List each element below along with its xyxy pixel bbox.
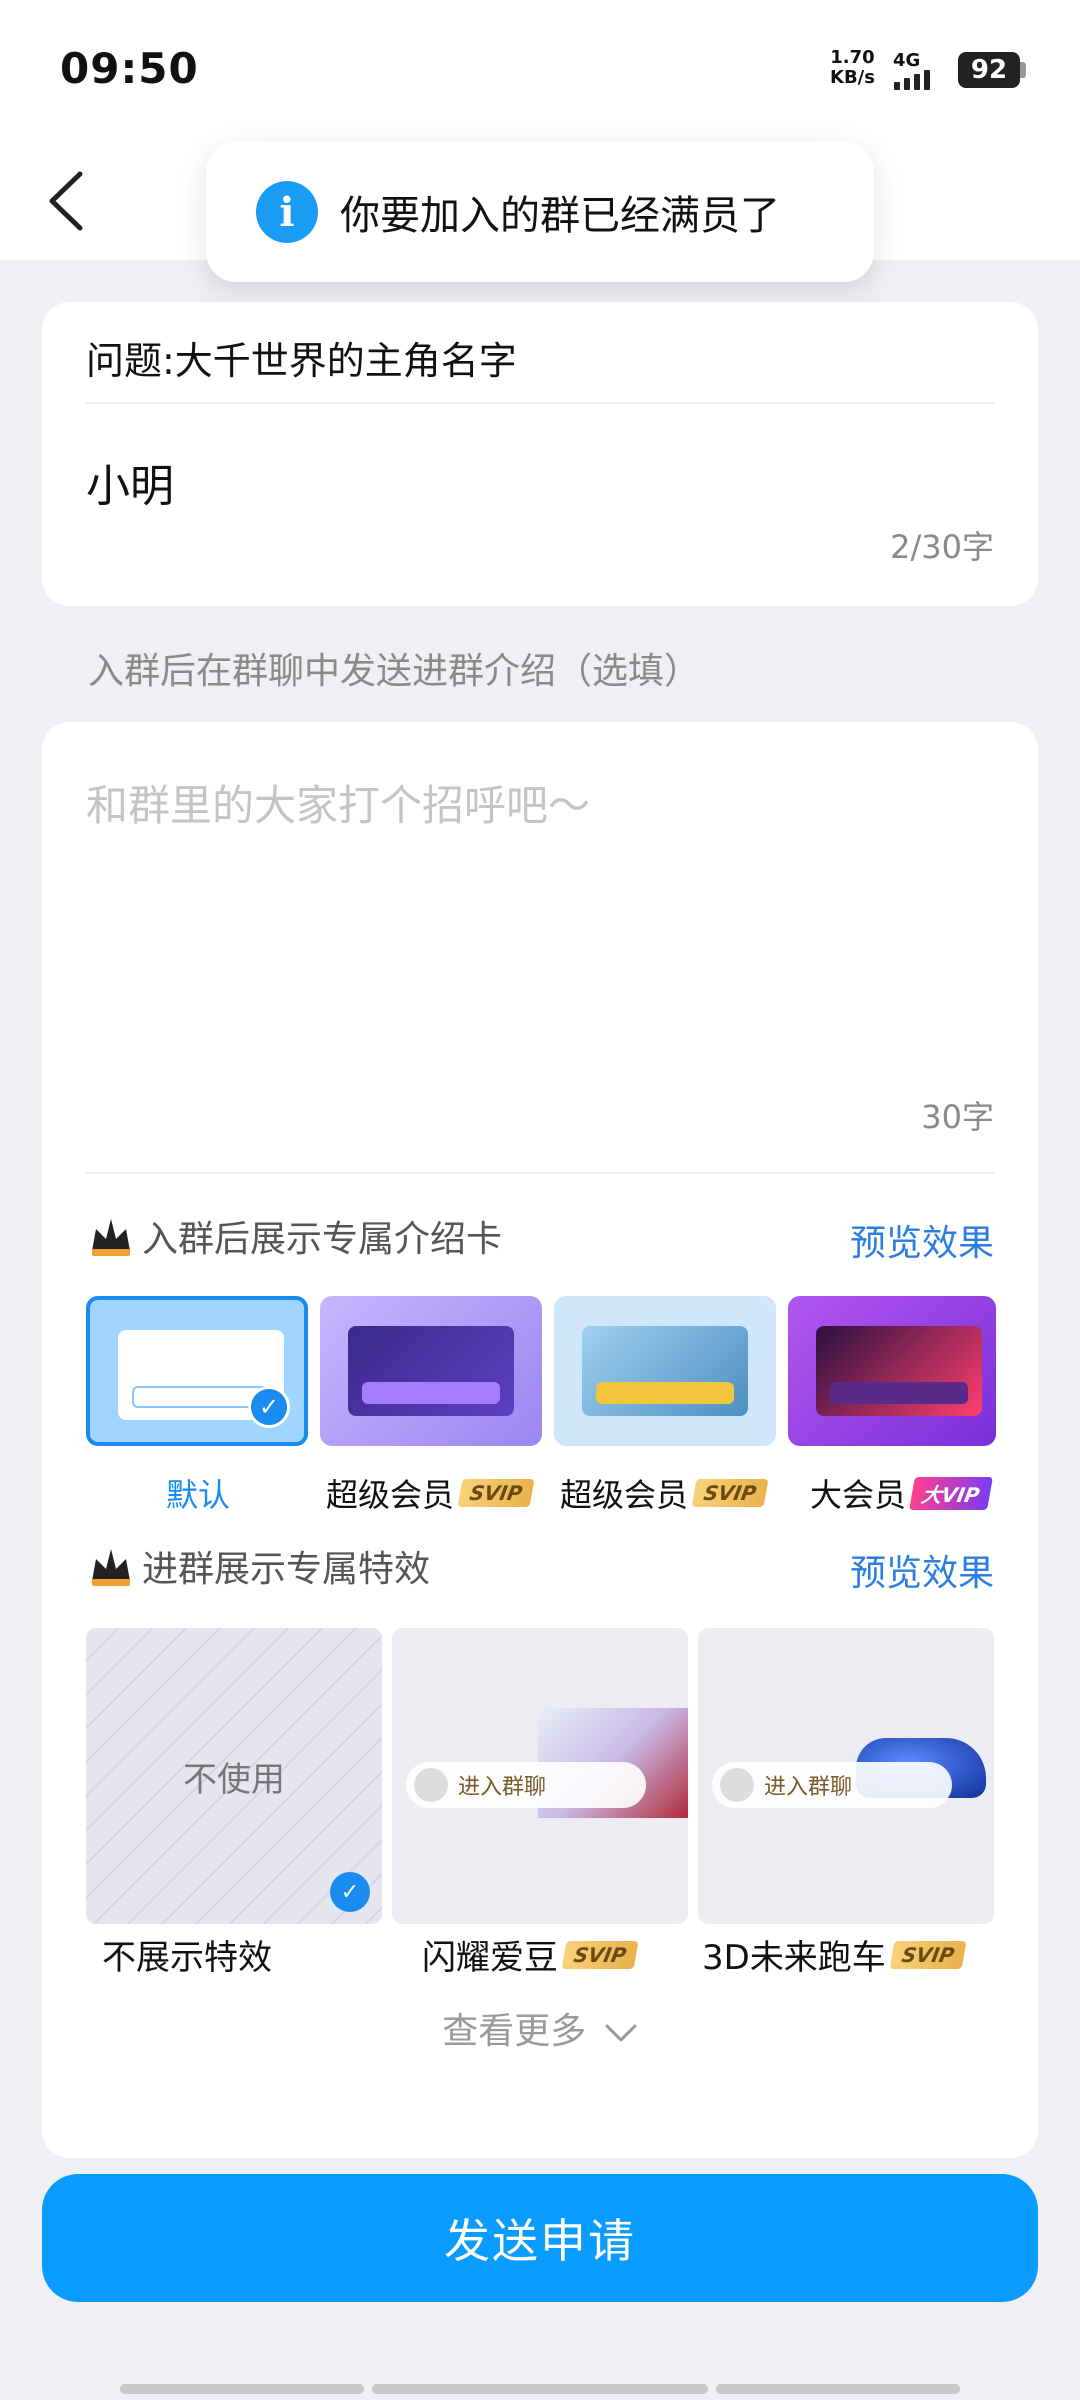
- thumb-preview: [582, 1326, 748, 1416]
- effect-none-text: 不使用: [183, 1760, 285, 1800]
- network-speed-unit: KB/s: [830, 67, 875, 88]
- intro-card-option-default[interactable]: ✓: [86, 1296, 308, 1446]
- back-arrow-icon[interactable]: [40, 166, 100, 236]
- network-type: 4G: [893, 50, 921, 71]
- intro-card-label-svip-2: 超级会员 SVIP: [560, 1470, 769, 1516]
- big-vip-badge: 大VIP: [909, 1476, 993, 1510]
- effect-option-car[interactable]: 进入群聊: [698, 1628, 994, 1924]
- home-indicator: [716, 2384, 960, 2394]
- chevron-down-icon: [605, 2024, 637, 2042]
- effect-label-text: 3D未来跑车: [702, 1938, 886, 1978]
- battery-tip: [1020, 62, 1026, 78]
- see-more-text: 查看更多: [442, 2011, 587, 2052]
- status-bar: 09:50 1.70 KB/s 4G 92: [0, 0, 1080, 140]
- answer-input[interactable]: 小明: [86, 450, 174, 514]
- question-card: 问题:大千世界的主角名字 小明 2/30字: [42, 302, 1038, 606]
- see-more-button[interactable]: 查看更多: [42, 2002, 1038, 2054]
- intro-card-label-svip-1: 超级会员 SVIP: [326, 1470, 535, 1516]
- thumb-bar: [830, 1382, 968, 1404]
- svip-badge: SVIP: [561, 1940, 639, 1969]
- crown-icon: [92, 1219, 130, 1256]
- avatar: [720, 1768, 754, 1802]
- network-speed-value: 1.70: [830, 47, 875, 68]
- effect-preview-link[interactable]: 预览效果: [850, 1544, 994, 1596]
- effect-label-none: 不展示特效: [102, 1930, 272, 1979]
- intro-card-section-title: 入群后展示专属介绍卡: [86, 1210, 502, 1262]
- check-icon: ✓: [248, 1386, 290, 1428]
- svip-badge: SVIP: [457, 1479, 535, 1507]
- effect-label-idol: 闪耀爱豆 SVIP: [422, 1930, 639, 1979]
- status-time: 09:50: [60, 44, 199, 93]
- intro-card-option-svip-1[interactable]: [320, 1296, 542, 1446]
- intro-card-title-text: 入群后展示专属介绍卡: [142, 1219, 503, 1260]
- network-speed: 1.70 KB/s: [830, 48, 875, 88]
- svip-badge: SVIP: [889, 1940, 967, 1969]
- avatar: [414, 1768, 448, 1802]
- intro-card-option-svip-2[interactable]: [554, 1296, 776, 1446]
- intro-card: 和群里的大家打个招呼吧～ 30字 入群后展示专属介绍卡 预览效果 ✓ 默认 超级…: [42, 722, 1038, 2158]
- thumb-preview: [348, 1326, 514, 1416]
- intro-card-label-text: 超级会员: [326, 1476, 455, 1514]
- effect-title-text: 进群展示专属特效: [142, 1549, 431, 1590]
- crown-icon: [92, 1549, 130, 1586]
- effect-option-none[interactable]: 不使用 ✓: [86, 1628, 382, 1924]
- send-request-button[interactable]: 发送申请: [42, 2174, 1038, 2302]
- question-text: 问题:大千世界的主角名字: [86, 339, 517, 383]
- svip-badge: SVIP: [691, 1479, 769, 1507]
- intro-card-label-text: 超级会员: [560, 1476, 689, 1514]
- check-icon: ✓: [330, 1872, 370, 1912]
- toast-message: 你要加入的群已经满员了: [340, 193, 780, 239]
- effect-option-idol[interactable]: 进入群聊: [392, 1628, 688, 1924]
- effect-label-text: 不展示特效: [102, 1938, 272, 1978]
- join-pill-text: 进入群聊: [764, 1775, 853, 1800]
- intro-card-label-text: 默认: [166, 1476, 231, 1514]
- intro-card-label-default: 默认: [166, 1470, 230, 1516]
- intro-card-label-text: 大会员: [810, 1476, 907, 1514]
- thumb-preview: [816, 1326, 982, 1416]
- toast: i 你要加入的群已经满员了: [206, 142, 874, 282]
- signal-icon: [894, 70, 930, 90]
- home-indicator: [120, 2384, 364, 2394]
- join-pill-text: 进入群聊: [458, 1775, 547, 1800]
- battery-icon: 92: [958, 52, 1020, 88]
- info-icon: i: [256, 181, 318, 243]
- divider: [86, 402, 994, 404]
- thumb-bar: [362, 1382, 500, 1404]
- effect-label-car: 3D未来跑车 SVIP: [702, 1930, 967, 1979]
- divider: [86, 1172, 994, 1174]
- intro-section-label: 入群后在群聊中发送进群介绍（选填）: [88, 651, 701, 692]
- join-pill: 进入群聊: [712, 1762, 952, 1808]
- thumb-bar: [596, 1382, 734, 1404]
- intro-card-preview-link[interactable]: 预览效果: [850, 1214, 994, 1266]
- intro-textarea[interactable]: 和群里的大家打个招呼吧～: [86, 772, 590, 833]
- effect-label-text: 闪耀爱豆: [422, 1938, 558, 1978]
- effect-section-title: 进群展示专属特效: [86, 1540, 430, 1592]
- join-pill: 进入群聊: [406, 1762, 646, 1808]
- intro-card-option-bigvip[interactable]: [788, 1296, 996, 1446]
- intro-card-label-bigvip: 大会员 大VIP: [810, 1470, 993, 1516]
- answer-counter: 2/30字: [890, 528, 994, 566]
- intro-counter: 30字: [921, 1098, 994, 1136]
- home-indicator: [372, 2384, 708, 2394]
